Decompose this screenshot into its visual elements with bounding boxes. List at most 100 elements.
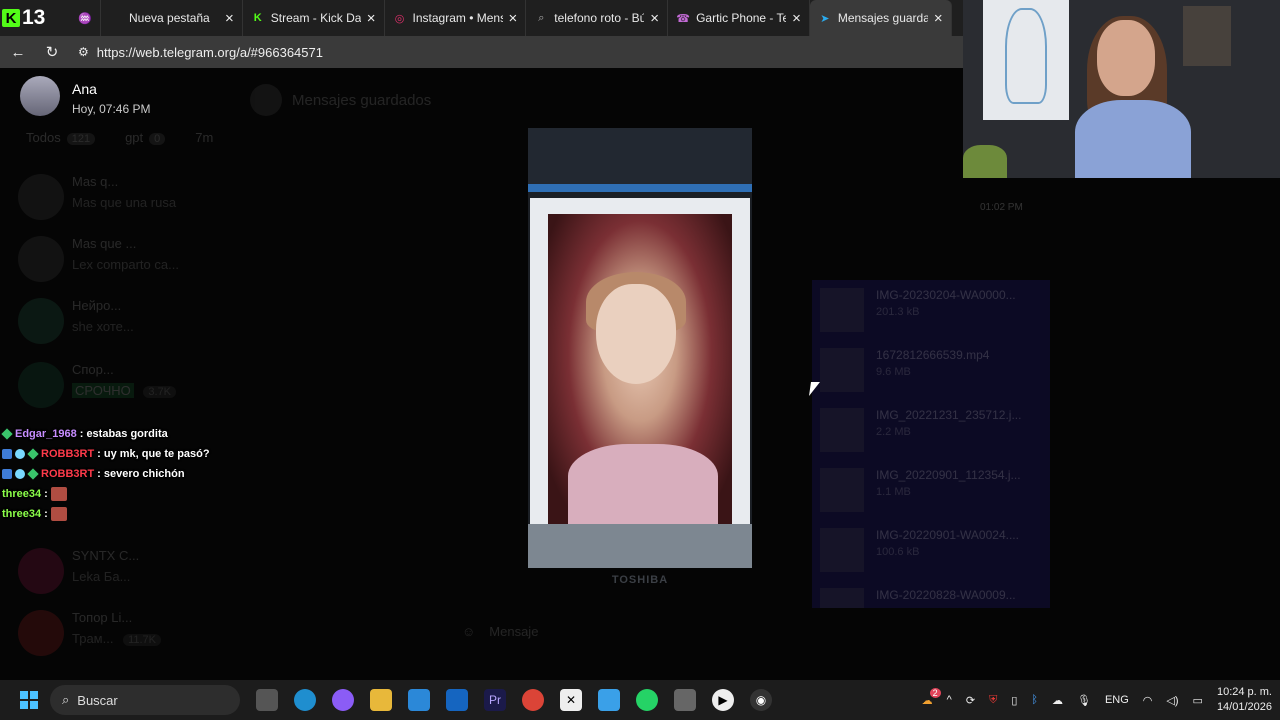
close-icon[interactable]: ×: [509, 10, 518, 27]
folder-tab[interactable]: Todos 121: [26, 130, 96, 145]
close-icon[interactable]: ×: [792, 10, 801, 27]
bluetooth-icon[interactable]: ᛒ: [1031, 694, 1038, 706]
language-indicator[interactable]: ENG: [1105, 694, 1129, 706]
clock[interactable]: 10:24 p. m. 14/01/2026: [1217, 685, 1272, 715]
outlook-icon[interactable]: [446, 689, 468, 711]
shared-media-panel: IMG-20230204-WA0000... 201.3 kB 167281266…: [812, 280, 1050, 608]
weather-icon[interactable]: ☁ 2: [922, 687, 941, 707]
start-button-icon[interactable]: [20, 691, 38, 709]
edge-icon[interactable]: [294, 689, 316, 711]
subscriber-badge-icon: [27, 468, 39, 480]
unread-count: 11.7K: [123, 634, 162, 646]
avatar: [18, 298, 64, 344]
capcut-icon[interactable]: ✕: [560, 689, 582, 711]
copilot-icon[interactable]: [332, 689, 354, 711]
chat-list-item[interactable]: Нейро... she хоте...: [18, 298, 218, 352]
close-icon[interactable]: ×: [225, 10, 234, 27]
usb-icon[interactable]: ▯: [1011, 694, 1017, 707]
telegram-icon: ➤: [820, 12, 830, 25]
chevron-up-icon[interactable]: ^: [947, 694, 952, 706]
folder-label: gpt: [125, 130, 144, 145]
site-info-icon[interactable]: ⚙: [78, 45, 89, 59]
media-file-item[interactable]: IMG-20220901-WA0024.... 100.6 kB: [820, 528, 1040, 578]
tab-gartic[interactable]: ☎ Gartic Phone - Tele ×: [668, 0, 810, 36]
premiere-icon[interactable]: Pr: [484, 689, 506, 711]
taskbar-search[interactable]: ⌕ Buscar: [50, 685, 240, 715]
paint-icon[interactable]: [598, 689, 620, 711]
tab-instagram[interactable]: ◎ Instagram • Mensa ×: [385, 0, 527, 36]
volume-icon[interactable]: ◁): [1166, 694, 1178, 707]
close-icon[interactable]: ×: [367, 10, 376, 27]
chat-text: severo chichón: [103, 468, 185, 480]
viewer-top: [528, 128, 752, 184]
tab-search[interactable]: ⌕ telefono roto - Bús ×: [526, 0, 669, 36]
antivirus-icon[interactable]: ⛨: [989, 694, 997, 707]
media-file-item[interactable]: IMG-20230204-WA0000... 201.3 kB: [820, 288, 1040, 338]
instagram-icon: ◎: [394, 12, 405, 25]
reload-icon[interactable]: ↻: [44, 44, 60, 61]
sync-icon[interactable]: ⟳: [966, 694, 975, 707]
tab-group-icon[interactable]: ♒: [70, 0, 101, 36]
file-explorer-icon[interactable]: [370, 689, 392, 711]
media-file-item[interactable]: IMG_20221231_235712.j... 2.2 MB: [820, 408, 1040, 458]
message-sender-info: Ana Hoy, 07:46 PM: [20, 76, 150, 116]
calculator-icon[interactable]: [674, 689, 696, 711]
message-composer[interactable]: ☺ Mensaje: [462, 624, 538, 639]
microphone-icon[interactable]: 🎙: [1077, 694, 1091, 707]
photo-frame: [530, 198, 750, 524]
chat-list-item[interactable]: Топор Li... Трам... 11.7K: [18, 610, 218, 664]
notification-badge: 2: [929, 687, 941, 698]
emote-icon: [50, 507, 67, 521]
chat-list-item[interactable]: Mas q... Mas que una rusa: [18, 174, 218, 228]
photo: [548, 214, 732, 524]
close-icon[interactable]: ×: [650, 10, 659, 27]
tab-telegram[interactable]: ➤ Mensajes guardad ×: [809, 0, 952, 36]
chat-message: ROBB3RT : uy mk, que te pasó?: [2, 444, 210, 464]
store-icon[interactable]: [408, 689, 430, 711]
sketch-portrait: [1005, 8, 1047, 104]
file-size: 201.3 kB: [876, 306, 920, 318]
tab-kick[interactable]: K Stream - Kick Dash ×: [243, 0, 385, 36]
media-file-item[interactable]: IMG-20220828-WA0009...: [820, 588, 1040, 608]
chat-username: three34: [2, 488, 42, 500]
chat-preview: she хоте...: [72, 319, 134, 334]
chat-list-item[interactable]: SYNTX C... Leka Ба...: [18, 548, 218, 602]
obs-icon[interactable]: ◉: [750, 689, 772, 711]
screen: K 13 ♒ Nueva pestaña × K Stream - Kick D…: [0, 0, 1280, 720]
emote-icon: [50, 487, 67, 501]
chat-message: three34 :: [2, 504, 210, 524]
close-icon[interactable]: ×: [934, 10, 943, 27]
folder-tab[interactable]: gpt 0: [125, 130, 166, 145]
gartic-icon: ☎: [676, 12, 690, 25]
onedrive-icon[interactable]: ☁: [1052, 694, 1063, 707]
chat-list-item[interactable]: Mas que ... Lex comparto ca...: [18, 236, 218, 290]
media-player-icon[interactable]: ▶: [712, 689, 734, 711]
chat-message: ROBB3RT : severo chichón: [2, 464, 210, 484]
chat-preview: Mas que una rusa: [72, 195, 177, 210]
whatsapp-icon[interactable]: [636, 689, 658, 711]
chat-list-item[interactable]: Спор... СРОЧНО 3.7K: [18, 362, 218, 416]
folder-tab[interactable]: 7m: [195, 130, 213, 145]
chat-name: Топор Li...: [72, 610, 133, 625]
streamer-shirt: [1075, 100, 1191, 178]
battery-icon[interactable]: ▭: [1193, 694, 1203, 707]
address-bar[interactable]: ⚙ https://web.telegram.org/a/#966364571: [78, 39, 323, 65]
tab-new-tab[interactable]: Nueva pestaña ×: [101, 0, 243, 36]
back-icon[interactable]: ←: [10, 44, 26, 61]
task-view-icon[interactable]: [256, 689, 278, 711]
chat-separator: :: [79, 428, 84, 440]
tab-title: Mensajes guardad: [837, 11, 928, 25]
wifi-icon[interactable]: ◠: [1143, 694, 1153, 707]
chat-username: Edgar_1968: [15, 428, 77, 440]
media-file-item[interactable]: IMG_20220901_112354.j... 1.1 MB: [820, 468, 1040, 518]
file-size: 1.1 MB: [876, 486, 911, 498]
avatar: [18, 610, 64, 656]
chat-text: uy mk, que te pasó?: [103, 448, 210, 460]
kick-icon: K: [253, 12, 262, 24]
emoji-icon[interactable]: ☺: [462, 624, 475, 639]
search-icon: ⌕: [538, 11, 545, 24]
chrome-icon[interactable]: [522, 689, 544, 711]
kick-overlay-logo: K 13: [0, 0, 70, 36]
media-file-item[interactable]: 1672812666539.mp4 9.6 MB: [820, 348, 1040, 398]
media-viewer[interactable]: TOSHIBA: [528, 128, 752, 586]
